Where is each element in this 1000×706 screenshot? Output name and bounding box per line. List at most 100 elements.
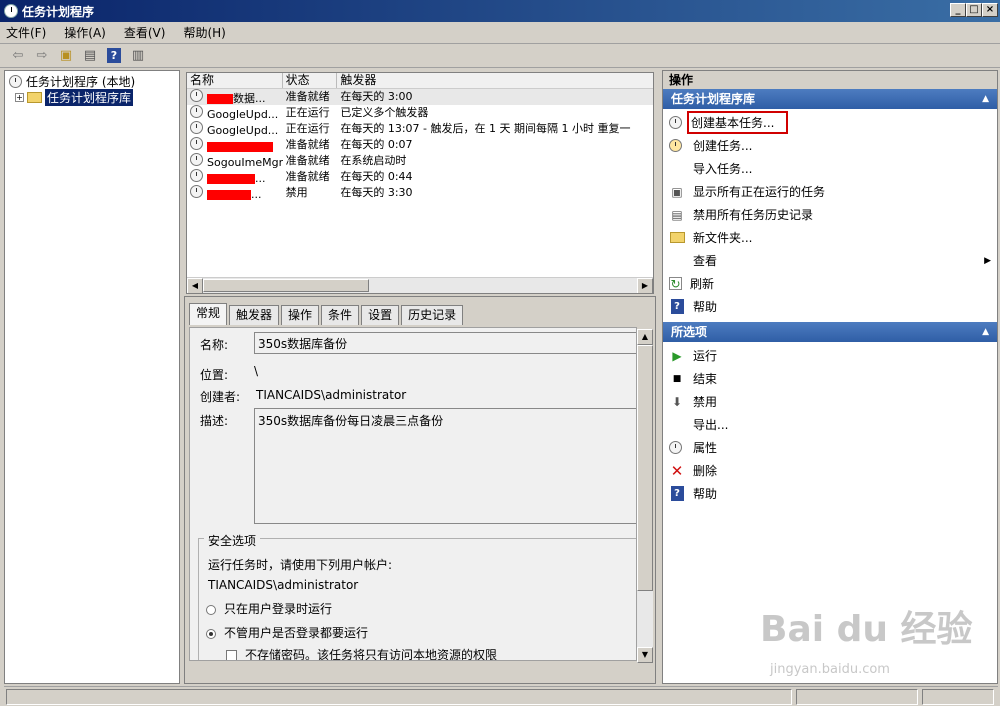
tab-actions[interactable]: 操作 (281, 305, 320, 325)
radio-icon[interactable] (206, 628, 216, 639)
disable-action[interactable]: ⬇ 禁用 (663, 390, 997, 413)
menu-help[interactable]: 帮助(H) (183, 24, 225, 41)
tab-history[interactable]: 历史记录 (401, 305, 464, 325)
horizontal-scrollbar[interactable]: ◀ ▶ (187, 277, 653, 293)
security-prompt: 运行任务时，请使用下列用户帐户: (208, 558, 393, 572)
create-task-action[interactable]: 创建任务... (663, 134, 997, 157)
scroll-thumb[interactable] (203, 279, 369, 292)
help-icon[interactable]: ? (104, 47, 124, 65)
action-label: 帮助 (693, 487, 718, 501)
task-trigger: 已定义多个触发器 (340, 106, 429, 119)
back-icon[interactable]: ⇦ (8, 47, 28, 65)
menu-action[interactable]: 操作(A) (64, 24, 106, 41)
checkbox-icon[interactable] (226, 650, 237, 660)
run-logged-on-option[interactable]: 只在用户登录时运行 (206, 600, 332, 617)
table-row[interactable]: 数据... 准备就绪 在每天的 3:00 (187, 89, 653, 105)
task-trigger: 在每天的 3:00 (340, 90, 413, 103)
table-row[interactable]: SogouImeMgr 准备就绪 在系统启动时 (187, 153, 653, 169)
scroll-thumb[interactable] (637, 345, 653, 591)
redacted-block (207, 142, 273, 152)
collapse-icon[interactable]: ▲ (982, 322, 989, 342)
status-segment (796, 689, 918, 705)
task-trigger: 在每天的 13:07 - 触发后，在 1 天 期间每隔 1 小时 重复一 (340, 122, 631, 135)
column-trigger[interactable]: 触发器 (337, 73, 653, 88)
show-hide-tree-icon[interactable]: ▤ (80, 47, 100, 65)
table-row[interactable]: GoogleUpd... 正在运行 已定义多个触发器 (187, 105, 653, 121)
properties-action[interactable]: 属性 (663, 436, 997, 459)
new-folder-action[interactable]: 新文件夹... (663, 226, 997, 249)
action-label: 显示所有正在运行的任务 (693, 185, 826, 199)
table-row[interactable]: ... 准备就绪 在每天的 0:44 (187, 169, 653, 185)
disable-history-action[interactable]: ▤ 禁用所有任务历史记录 (663, 203, 997, 226)
close-button[interactable]: × (982, 3, 998, 17)
location-value: \ (254, 364, 259, 378)
menu-file[interactable]: 文件(F) (6, 24, 46, 41)
location-label: 位置: (200, 368, 229, 382)
table-row[interactable]: 准备就绪 在每天的 0:07 (187, 137, 653, 153)
column-name[interactable]: 名称 (187, 73, 283, 88)
up-folder-icon[interactable]: ▣ (56, 47, 76, 65)
clock-icon (190, 153, 203, 166)
import-task-action[interactable]: 导入任务... (663, 157, 997, 180)
delete-action[interactable]: ✕ 删除 (663, 459, 997, 482)
toolbar: ⇦ ⇨ ▣ ▤ ? ▥ (0, 44, 1000, 68)
task-status: 准备就绪 (285, 154, 330, 167)
table-row[interactable]: GoogleUpd... 正在运行 在每天的 13:07 - 触发后，在 1 天… (187, 121, 653, 137)
history-icon: ▤ (671, 207, 683, 222)
action-label: 属性 (693, 441, 718, 455)
action-label: 禁用 (693, 395, 718, 409)
collapse-icon[interactable]: ▲ (982, 89, 989, 109)
clock-icon (190, 185, 203, 198)
vertical-scrollbar[interactable]: ▲ ▼ (637, 329, 653, 663)
tab-general[interactable]: 常规 (189, 303, 228, 325)
help-action-2[interactable]: ? 帮助 (663, 482, 997, 505)
help-action[interactable]: ? 帮助 (663, 295, 997, 318)
show-action-pane-icon[interactable]: ▥ (128, 47, 148, 65)
clock-icon (668, 440, 685, 456)
title-bar: 任务计划程序 _ □ × (0, 0, 1000, 22)
tab-settings[interactable]: 设置 (361, 305, 400, 325)
action-label: 导入任务... (693, 162, 753, 176)
section-title: 所选项 (671, 325, 708, 339)
description-field[interactable]: 350s数据库备份每日凌晨三点备份 (254, 408, 636, 524)
tab-conditions[interactable]: 条件 (321, 305, 360, 325)
task-status: 准备就绪 (285, 90, 330, 103)
name-field[interactable]: 350s数据库备份 (254, 332, 636, 354)
section-task-library[interactable]: 任务计划程序库 ▲ (663, 89, 997, 109)
scroll-up-icon[interactable]: ▲ (637, 329, 653, 345)
action-label: 帮助 (693, 300, 718, 314)
end-action[interactable]: ■ 结束 (663, 367, 997, 390)
forward-icon[interactable]: ⇨ (32, 47, 52, 65)
section-selected-item[interactable]: 所选项 ▲ (663, 322, 997, 342)
no-store-password-option[interactable]: 不存储密码。该任务将只有访问本地资源的权限 (226, 646, 497, 660)
play-icon: ▶ (672, 348, 682, 363)
task-detail-pane: 常规 触发器 操作 条件 设置 历史记录 名称: 350s数据库备份 位置: \… (184, 296, 656, 684)
menu-view[interactable]: 查看(V) (124, 24, 166, 41)
run-action[interactable]: ▶ 运行 (663, 344, 997, 367)
view-action[interactable]: 查看 ▶ (663, 249, 997, 272)
scroll-down-icon[interactable]: ▼ (637, 647, 653, 663)
radio-icon[interactable] (206, 604, 216, 615)
scroll-right-icon[interactable]: ▶ (637, 278, 653, 293)
create-basic-task-action[interactable]: 创建基本任务... (663, 111, 997, 134)
blank-icon (669, 417, 685, 433)
run-whether-logged-option[interactable]: 不管用户是否登录都要运行 (206, 624, 368, 641)
scroll-left-icon[interactable]: ◀ (187, 278, 203, 293)
action-label: 创建基本任务... (687, 111, 789, 134)
baidu-watermark-url: jingyan.baidu.com (770, 662, 890, 677)
refresh-action[interactable]: ↻ 刷新 (663, 272, 997, 295)
show-running-tasks-action[interactable]: ▣ 显示所有正在运行的任务 (663, 180, 997, 203)
action-label: 禁用所有任务历史记录 (693, 208, 814, 222)
tab-triggers[interactable]: 触发器 (229, 305, 280, 325)
minimize-button[interactable]: _ (950, 3, 966, 17)
clock-icon (190, 105, 203, 118)
column-status[interactable]: 状态 (283, 73, 338, 88)
action-label: 刷新 (690, 277, 715, 291)
export-action[interactable]: 导出... (663, 413, 997, 436)
tree-root[interactable]: 任务计划程序 (本地) (5, 73, 179, 89)
table-row[interactable]: ... 禁用 在每天的 3:30 (187, 185, 653, 201)
tree-item-library[interactable]: + 任务计划程序库 (5, 88, 179, 106)
expand-icon[interactable]: + (15, 92, 24, 102)
maximize-button[interactable]: □ (966, 3, 982, 17)
refresh-icon: ↻ (669, 276, 682, 291)
